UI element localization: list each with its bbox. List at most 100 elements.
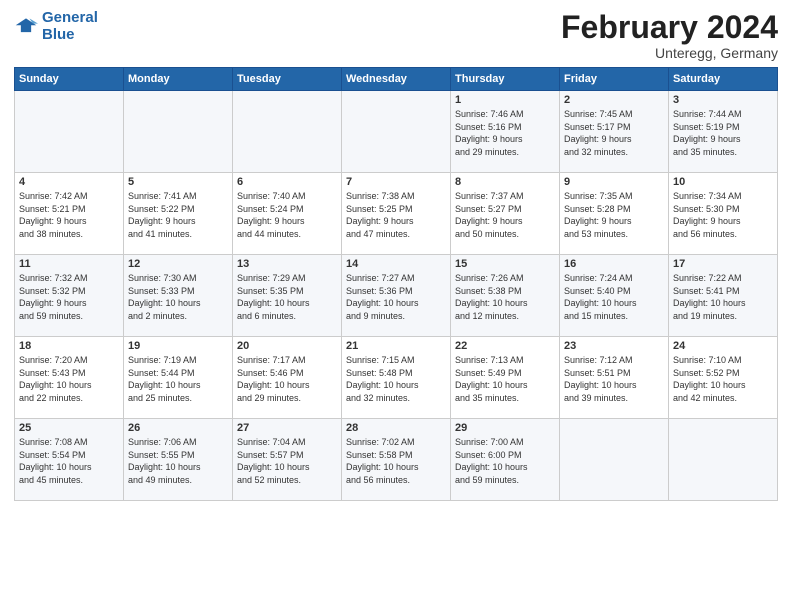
day-info: Sunrise: 7:45 AM Sunset: 5:17 PM Dayligh… xyxy=(564,108,664,158)
day-number: 17 xyxy=(673,258,773,270)
day-info: Sunrise: 7:34 AM Sunset: 5:30 PM Dayligh… xyxy=(673,190,773,240)
day-info: Sunrise: 7:44 AM Sunset: 5:19 PM Dayligh… xyxy=(673,108,773,158)
calendar-cell xyxy=(233,91,342,173)
calendar-week-2: 4Sunrise: 7:42 AM Sunset: 5:21 PM Daylig… xyxy=(15,173,778,255)
day-info: Sunrise: 7:30 AM Sunset: 5:33 PM Dayligh… xyxy=(128,272,228,322)
day-info: Sunrise: 7:37 AM Sunset: 5:27 PM Dayligh… xyxy=(455,190,555,240)
header-row: Sunday Monday Tuesday Wednesday Thursday… xyxy=(15,68,778,91)
day-number: 28 xyxy=(346,422,446,434)
calendar-cell: 9 Sunrise: 7:35 AM Sunset: 5:28 PM Daylig… xyxy=(560,173,669,255)
day-number: 24 xyxy=(673,340,773,352)
calendar-cell: 27Sunrise: 7:04 AM Sunset: 5:57 PM Dayli… xyxy=(233,419,342,501)
calendar-cell: 25 Sunrise: 7:08 AM Sunset: 5:54 PM Dayli… xyxy=(15,419,124,501)
logo: General Blue xyxy=(14,10,98,43)
day-info: Sunrise: 7:41 AM Sunset: 5:22 PM Dayligh… xyxy=(128,190,228,240)
day-info: Sunrise: 7:27 AM Sunset: 5:36 PM Dayligh… xyxy=(346,272,446,322)
day-number: 14 xyxy=(346,258,446,270)
calendar-cell: 12 Sunrise: 7:30 AM Sunset: 5:33 PM Dayli… xyxy=(124,255,233,337)
calendar-cell: 20Sunrise: 7:17 AM Sunset: 5:46 PM Dayli… xyxy=(233,337,342,419)
day-number: 2 xyxy=(564,94,664,106)
day-number: 29 xyxy=(455,422,555,434)
month-title: February 2024 xyxy=(561,10,778,45)
col-saturday: Saturday xyxy=(669,68,778,91)
day-number: 20 xyxy=(237,340,337,352)
page-container: General Blue February 2024 Unteregg, Ger… xyxy=(0,0,792,509)
col-thursday: Thursday xyxy=(451,68,560,91)
day-number: 26 xyxy=(128,422,228,434)
calendar-cell: 6 Sunrise: 7:40 AM Sunset: 5:24 PM Daylig… xyxy=(233,173,342,255)
day-info: Sunrise: 7:10 AM Sunset: 5:52 PM Dayligh… xyxy=(673,354,773,404)
day-number: 22 xyxy=(455,340,555,352)
calendar-week-3: 11Sunrise: 7:32 AM Sunset: 5:32 PM Dayli… xyxy=(15,255,778,337)
day-info: Sunrise: 7:42 AM Sunset: 5:21 PM Dayligh… xyxy=(19,190,119,240)
calendar-table: Sunday Monday Tuesday Wednesday Thursday… xyxy=(14,67,778,501)
day-number: 16 xyxy=(564,258,664,270)
day-number: 23 xyxy=(564,340,664,352)
day-number: 5 xyxy=(128,176,228,188)
header: General Blue February 2024 Unteregg, Ger… xyxy=(14,10,778,61)
calendar-cell: 7 Sunrise: 7:38 AM Sunset: 5:25 PM Daylig… xyxy=(342,173,451,255)
calendar-cell: 17 Sunrise: 7:22 AM Sunset: 5:41 PM Dayli… xyxy=(669,255,778,337)
calendar-cell: 21 Sunrise: 7:15 AM Sunset: 5:48 PM Dayli… xyxy=(342,337,451,419)
calendar-cell: 22 Sunrise: 7:13 AM Sunset: 5:49 PM Dayli… xyxy=(451,337,560,419)
calendar-cell: 15 Sunrise: 7:26 AM Sunset: 5:38 PM Dayli… xyxy=(451,255,560,337)
day-info: Sunrise: 7:06 AM Sunset: 5:55 PM Dayligh… xyxy=(128,436,228,486)
day-info: Sunrise: 7:40 AM Sunset: 5:24 PM Dayligh… xyxy=(237,190,337,240)
calendar-cell: 29 Sunrise: 7:00 AM Sunset: 6:00 PM Dayli… xyxy=(451,419,560,501)
calendar-week-5: 25 Sunrise: 7:08 AM Sunset: 5:54 PM Dayli… xyxy=(15,419,778,501)
day-number: 3 xyxy=(673,94,773,106)
calendar-cell xyxy=(669,419,778,501)
calendar-cell: 24 Sunrise: 7:10 AM Sunset: 5:52 PM Dayli… xyxy=(669,337,778,419)
location-subtitle: Unteregg, Germany xyxy=(561,45,778,61)
col-wednesday: Wednesday xyxy=(342,68,451,91)
day-info: Sunrise: 7:35 AM Sunset: 5:28 PM Dayligh… xyxy=(564,190,664,240)
calendar-cell: 13 Sunrise: 7:29 AM Sunset: 5:35 PM Dayli… xyxy=(233,255,342,337)
calendar-cell: 14 Sunrise: 7:27 AM Sunset: 5:36 PM Dayli… xyxy=(342,255,451,337)
day-info: Sunrise: 7:32 AM Sunset: 5:32 PM Dayligh… xyxy=(19,272,119,322)
day-number: 6 xyxy=(237,176,337,188)
day-number: 18 xyxy=(19,340,119,352)
calendar-cell: 2 Sunrise: 7:45 AM Sunset: 5:17 PM Daylig… xyxy=(560,91,669,173)
day-info: Sunrise: 7:24 AM Sunset: 5:40 PM Dayligh… xyxy=(564,272,664,322)
day-number: 25 xyxy=(19,422,119,434)
logo-text: General Blue xyxy=(42,10,98,43)
day-info: Sunrise: 7:19 AM Sunset: 5:44 PM Dayligh… xyxy=(128,354,228,404)
calendar-cell: 11Sunrise: 7:32 AM Sunset: 5:32 PM Dayli… xyxy=(15,255,124,337)
calendar-cell: 10Sunrise: 7:34 AM Sunset: 5:30 PM Dayli… xyxy=(669,173,778,255)
day-number: 8 xyxy=(455,176,555,188)
col-monday: Monday xyxy=(124,68,233,91)
day-number: 21 xyxy=(346,340,446,352)
day-number: 12 xyxy=(128,258,228,270)
calendar-week-4: 18Sunrise: 7:20 AM Sunset: 5:43 PM Dayli… xyxy=(15,337,778,419)
col-tuesday: Tuesday xyxy=(233,68,342,91)
col-friday: Friday xyxy=(560,68,669,91)
day-info: Sunrise: 7:15 AM Sunset: 5:48 PM Dayligh… xyxy=(346,354,446,404)
day-info: Sunrise: 7:22 AM Sunset: 5:41 PM Dayligh… xyxy=(673,272,773,322)
calendar-cell: 26 Sunrise: 7:06 AM Sunset: 5:55 PM Dayli… xyxy=(124,419,233,501)
calendar-cell xyxy=(560,419,669,501)
day-info: Sunrise: 7:26 AM Sunset: 5:38 PM Dayligh… xyxy=(455,272,555,322)
title-block: February 2024 Unteregg, Germany xyxy=(561,10,778,61)
calendar-cell: 5 Sunrise: 7:41 AM Sunset: 5:22 PM Daylig… xyxy=(124,173,233,255)
day-number: 9 xyxy=(564,176,664,188)
calendar-cell xyxy=(124,91,233,173)
day-number: 7 xyxy=(346,176,446,188)
day-info: Sunrise: 7:04 AM Sunset: 5:57 PM Dayligh… xyxy=(237,436,337,486)
calendar-cell: 19Sunrise: 7:19 AM Sunset: 5:44 PM Dayli… xyxy=(124,337,233,419)
calendar-week-1: 1Sunrise: 7:46 AM Sunset: 5:16 PM Daylig… xyxy=(15,91,778,173)
day-number: 13 xyxy=(237,258,337,270)
day-number: 15 xyxy=(455,258,555,270)
day-info: Sunrise: 7:13 AM Sunset: 5:49 PM Dayligh… xyxy=(455,354,555,404)
calendar-cell: 4Sunrise: 7:42 AM Sunset: 5:21 PM Daylig… xyxy=(15,173,124,255)
calendar-cell: 16 Sunrise: 7:24 AM Sunset: 5:40 PM Dayli… xyxy=(560,255,669,337)
day-info: Sunrise: 7:38 AM Sunset: 5:25 PM Dayligh… xyxy=(346,190,446,240)
calendar-cell xyxy=(15,91,124,173)
day-info: Sunrise: 7:29 AM Sunset: 5:35 PM Dayligh… xyxy=(237,272,337,322)
calendar-cell xyxy=(342,91,451,173)
day-info: Sunrise: 7:02 AM Sunset: 5:58 PM Dayligh… xyxy=(346,436,446,486)
day-number: 1 xyxy=(455,94,555,106)
calendar-cell: 18Sunrise: 7:20 AM Sunset: 5:43 PM Dayli… xyxy=(15,337,124,419)
day-info: Sunrise: 7:08 AM Sunset: 5:54 PM Dayligh… xyxy=(19,436,119,486)
col-sunday: Sunday xyxy=(15,68,124,91)
day-info: Sunrise: 7:00 AM Sunset: 6:00 PM Dayligh… xyxy=(455,436,555,486)
